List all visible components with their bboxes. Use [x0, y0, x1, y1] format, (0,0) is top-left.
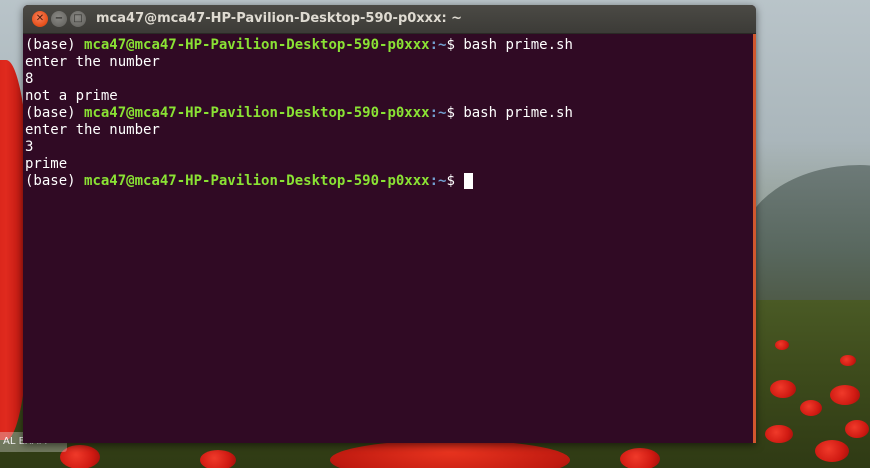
- wallpaper-poppy: [775, 340, 789, 350]
- prompt-path: :~: [429, 37, 447, 53]
- output-line: enter the number: [25, 122, 160, 138]
- prompt-symbol: $: [446, 173, 464, 189]
- window-title: mca47@mca47-HP-Pavilion-Desktop-590-p0xx…: [96, 11, 463, 26]
- prompt-line: (base) mca47@mca47-HP-Pavilion-Desktop-5…: [25, 105, 749, 122]
- prompt-env: (base): [25, 37, 85, 53]
- output-line: enter the number: [25, 54, 160, 70]
- prompt-env: (base): [25, 173, 85, 189]
- maximize-button[interactable]: □: [70, 11, 86, 27]
- output-line: 3: [25, 139, 34, 155]
- close-button[interactable]: ✕: [32, 11, 48, 27]
- output-line: prime: [25, 156, 68, 172]
- prompt-user-host: mca47@mca47-HP-Pavilion-Desktop-590-p0xx…: [84, 105, 430, 121]
- prompt-symbol: $: [446, 105, 464, 121]
- prompt-user-host: mca47@mca47-HP-Pavilion-Desktop-590-p0xx…: [84, 37, 430, 53]
- command-text: bash prime.sh: [463, 105, 573, 121]
- command-text: bash prime.sh: [463, 37, 573, 53]
- text-cursor: [464, 173, 474, 189]
- prompt-symbol: $: [446, 37, 464, 53]
- wallpaper-poppy: [200, 450, 236, 468]
- wallpaper-poppy: [620, 448, 660, 468]
- terminal-output[interactable]: (base) mca47@mca47-HP-Pavilion-Desktop-5…: [23, 34, 751, 443]
- wallpaper-poppy: [830, 385, 860, 405]
- prompt-path: :~: [429, 105, 447, 121]
- wallpaper-poppy: [770, 380, 796, 398]
- wallpaper-poppy: [840, 355, 856, 366]
- prompt-env: (base): [25, 105, 85, 121]
- output-line: 8: [25, 71, 34, 87]
- title-bar[interactable]: ✕ − □ mca47@mca47-HP-Pavilion-Desktop-59…: [23, 5, 756, 34]
- wallpaper-poppy: [815, 440, 849, 462]
- window-edge: [753, 34, 756, 443]
- prompt-line: (base) mca47@mca47-HP-Pavilion-Desktop-5…: [25, 37, 749, 54]
- prompt-user-host: mca47@mca47-HP-Pavilion-Desktop-590-p0xx…: [84, 173, 430, 189]
- terminal-window[interactable]: ✕ − □ mca47@mca47-HP-Pavilion-Desktop-59…: [23, 5, 756, 443]
- prompt-path: :~: [429, 173, 447, 189]
- minimize-button[interactable]: −: [51, 11, 67, 27]
- output-line: not a prime: [25, 88, 118, 104]
- wallpaper-poppy: [765, 425, 793, 443]
- prompt-line: (base) mca47@mca47-HP-Pavilion-Desktop-5…: [25, 173, 749, 190]
- wallpaper-poppy: [845, 420, 869, 438]
- wallpaper-poppy: [800, 400, 822, 416]
